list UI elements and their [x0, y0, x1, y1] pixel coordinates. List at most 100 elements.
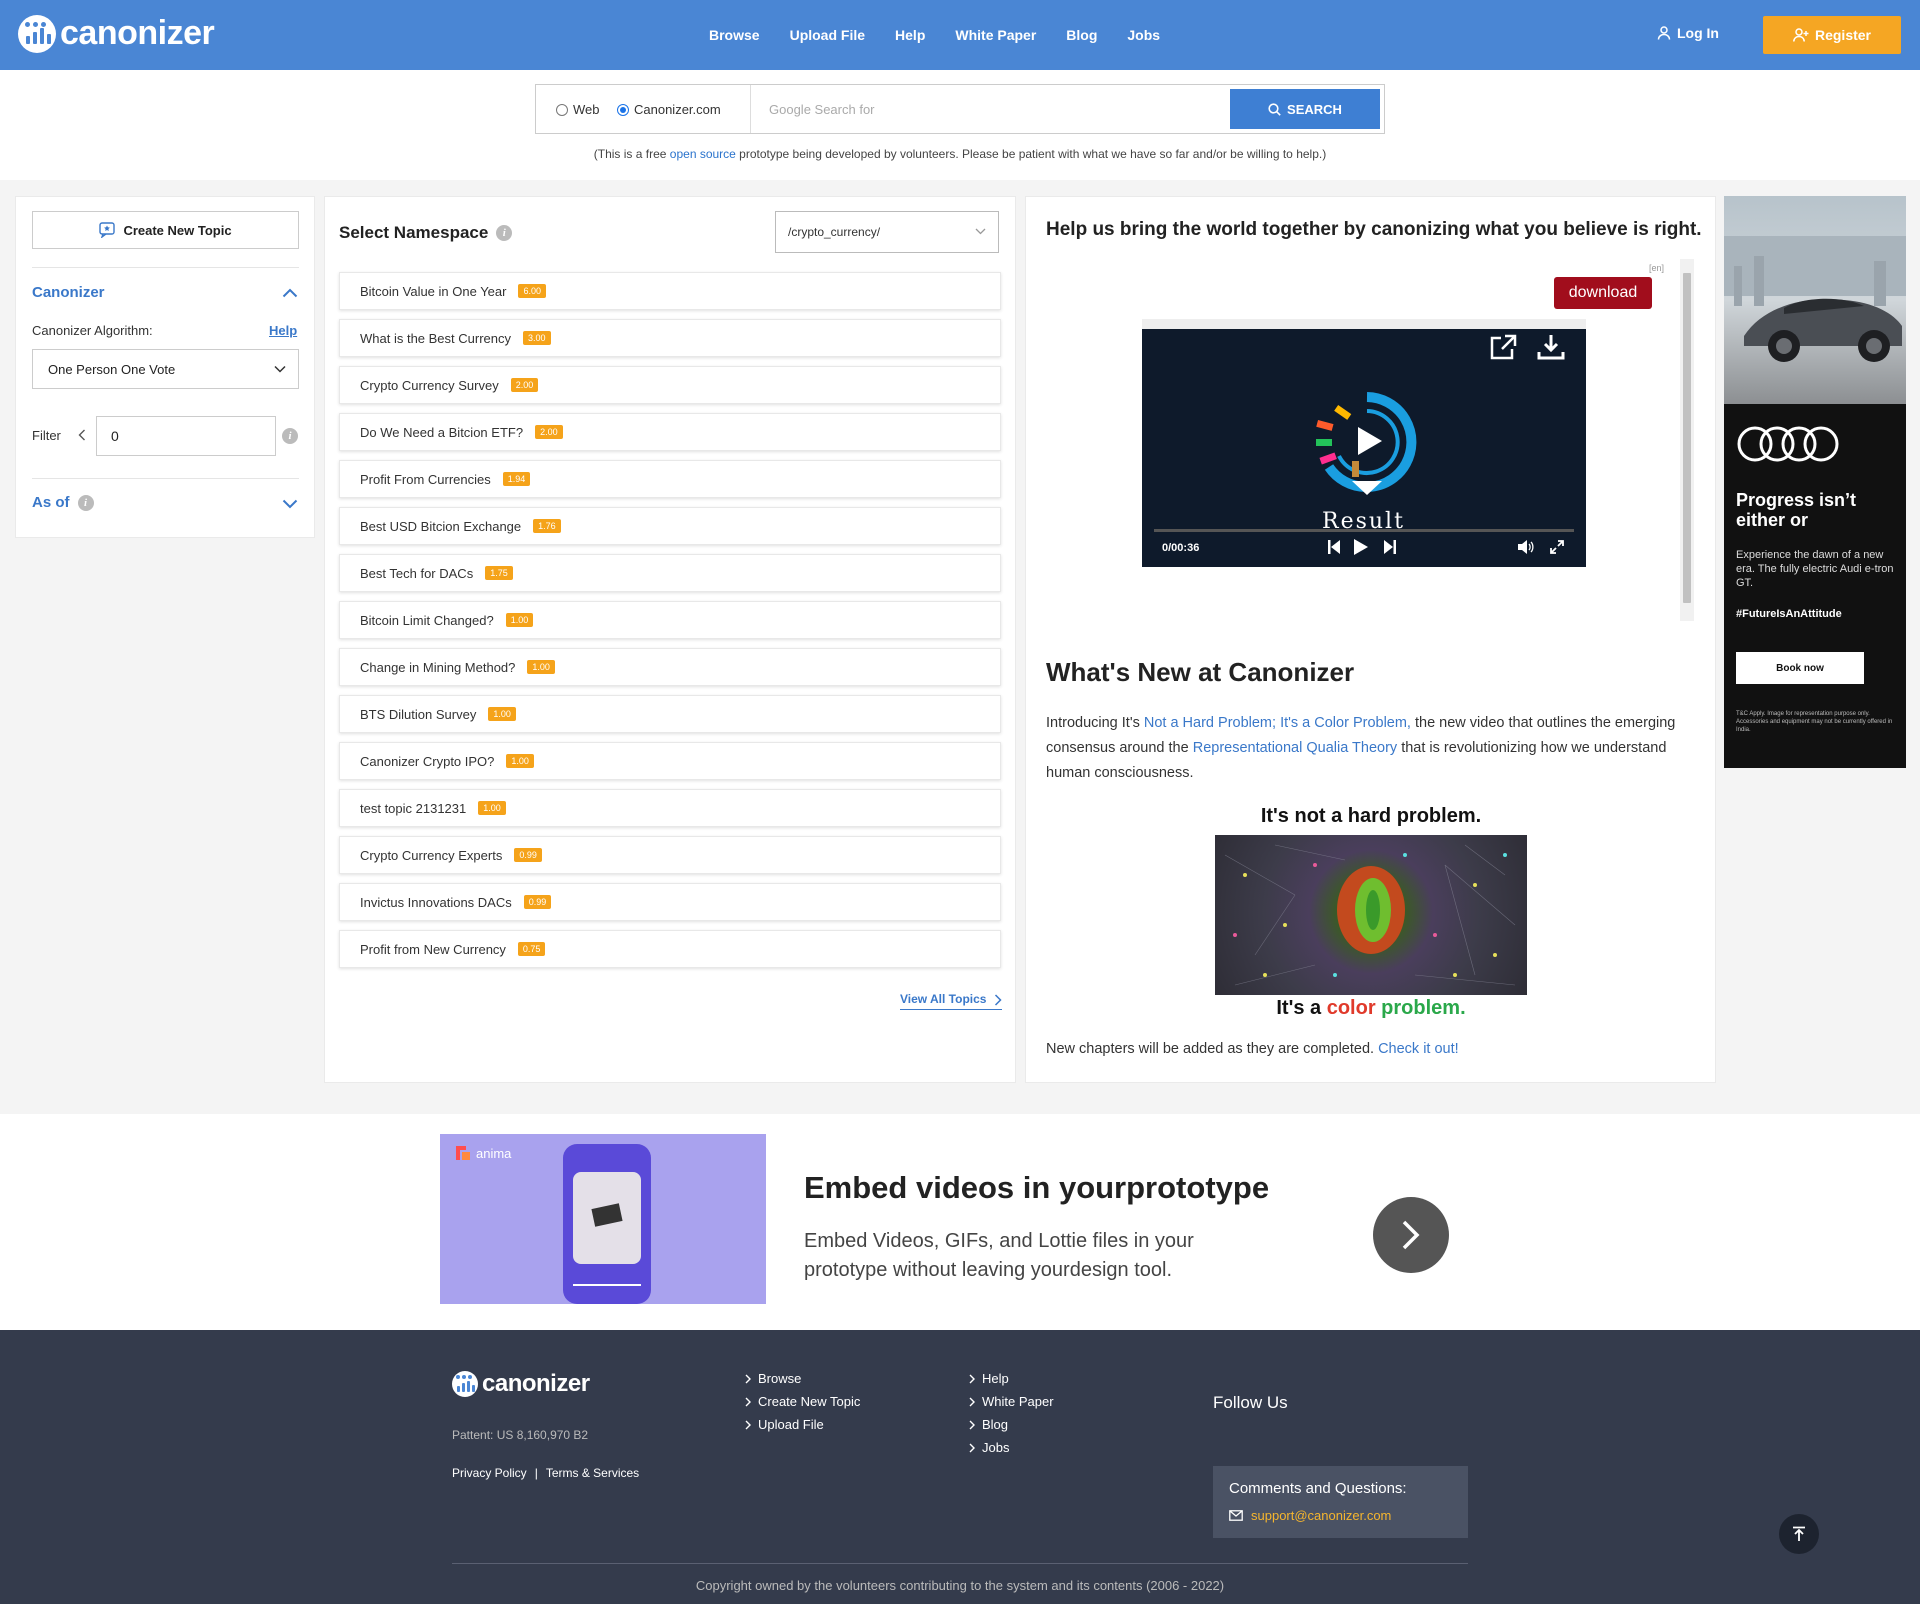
audi-side-ad[interactable]: Progress isn’t either or Experience the … — [1724, 196, 1906, 768]
nav-white-paper[interactable]: White Paper — [955, 27, 1036, 43]
chevron-up-icon[interactable] — [282, 288, 298, 298]
filter-info-icon[interactable]: i — [282, 428, 298, 444]
algorithm-select[interactable]: One Person One Vote — [32, 349, 299, 389]
footer-link-white-paper[interactable]: White Paper — [969, 1394, 1054, 1409]
footer-link-browse[interactable]: Browse — [745, 1371, 801, 1386]
scroll-to-top-button[interactable] — [1779, 1514, 1819, 1554]
chevron-right-icon — [1402, 1220, 1420, 1250]
footer-link-upload-file[interactable]: Upload File — [745, 1417, 824, 1432]
nav-browse[interactable]: Browse — [709, 27, 760, 43]
banner-title[interactable]: Embed videos in yourprototype — [804, 1170, 1269, 1206]
algorithm-value: One Person One Vote — [48, 361, 176, 377]
login-link[interactable]: Log In — [1657, 25, 1719, 41]
color-problem-poster[interactable]: It's not a hard problem. It's a color pr… — [1215, 805, 1527, 1021]
volume-icon[interactable] — [1518, 540, 1534, 554]
topic-row[interactable]: Crypto Currency Experts 0.99 — [339, 836, 1001, 874]
fullscreen-icon[interactable] — [1550, 540, 1564, 554]
check-it-out-link[interactable]: Check it out! — [1378, 1041, 1459, 1057]
topic-row[interactable]: Canonizer Crypto IPO? 1.00 — [339, 742, 1001, 780]
namespace-select[interactable]: /crypto_currency/ — [775, 211, 999, 253]
topic-row[interactable]: Bitcoin Limit Changed? 1.00 — [339, 601, 1001, 639]
footer-link-blog[interactable]: Blog — [969, 1417, 1008, 1432]
download-icon[interactable] — [1536, 333, 1566, 361]
topic-row[interactable]: Crypto Currency Survey 2.00 — [339, 366, 1001, 404]
canonizer-logo[interactable]: canonizer — [18, 14, 215, 53]
privacy-policy-link[interactable]: Privacy Policy — [452, 1466, 527, 1480]
previous-icon[interactable] — [1328, 540, 1340, 554]
namespace-value: /crypto_currency/ — [788, 225, 881, 239]
topic-row[interactable]: Profit from New Currency 0.75 — [339, 930, 1001, 968]
footer-logo[interactable]: canonizer — [452, 1370, 590, 1398]
radio-canonizer-circle[interactable] — [617, 103, 629, 116]
topic-score-badge: 2.00 — [535, 425, 563, 439]
nav-jobs[interactable]: Jobs — [1127, 27, 1160, 43]
topic-row[interactable]: test topic 2131231 1.00 — [339, 789, 1001, 827]
ad-language-tag: [en] — [1649, 263, 1665, 273]
as-of-info-icon[interactable]: i — [77, 494, 94, 511]
play-icon[interactable] — [1354, 539, 1368, 555]
topic-row[interactable]: Invictus Innovations DACs 0.99 — [339, 883, 1001, 921]
radio-web-circle[interactable] — [556, 103, 568, 116]
search-input[interactable] — [750, 85, 1230, 133]
topic-row[interactable]: What is the Best Currency 3.00 — [339, 319, 1001, 357]
as-of-section-title[interactable]: As of i — [32, 494, 94, 511]
algorithm-label: Canonizer Algorithm: — [32, 323, 153, 338]
namespace-info-icon[interactable]: i — [496, 225, 513, 241]
ad-fineprint: T&C Apply. Image for representation purp… — [1736, 711, 1893, 733]
topic-row[interactable]: Change in Mining Method? 1.00 — [339, 648, 1001, 686]
banner-ad-section: anima Embed videos in yourprototype Embe… — [0, 1114, 1920, 1330]
footer-link-jobs[interactable]: Jobs — [969, 1440, 1009, 1455]
chevron-left-icon[interactable] — [78, 429, 86, 441]
topic-row[interactable]: Best USD Bitcion Exchange 1.76 — [339, 507, 1001, 545]
ad-book-now-button[interactable]: Book now — [1736, 652, 1864, 684]
register-button[interactable]: Register — [1763, 16, 1901, 54]
video-progress-track[interactable] — [1154, 529, 1574, 532]
topic-row[interactable]: Best Tech for DACs 1.75 — [339, 554, 1001, 592]
qualia-theory-link[interactable]: Representational Qualia Theory — [1193, 740, 1397, 756]
chevron-down-icon[interactable] — [282, 499, 298, 509]
topic-score-badge: 1.94 — [502, 472, 531, 486]
contact-email-row[interactable]: support@canonizer.com — [1229, 1508, 1391, 1523]
radio-canonizer[interactable]: Canonizer.com — [617, 102, 721, 117]
search-button[interactable]: SEARCH — [1230, 89, 1380, 129]
nav-blog[interactable]: Blog — [1066, 27, 1097, 43]
canonizer-section-title[interactable]: Canonizer — [32, 284, 105, 301]
mail-icon — [1229, 1510, 1243, 1521]
topic-row[interactable]: Do We Need a Bitcion ETF? 2.00 — [339, 413, 1001, 451]
nav-upload-file[interactable]: Upload File — [790, 27, 865, 43]
topic-score-badge: 1.00 — [488, 707, 516, 721]
radio-web[interactable]: Web — [556, 102, 600, 117]
search-button-label: SEARCH — [1287, 101, 1342, 117]
topic-row[interactable]: Bitcoin Value in One Year 6.00 — [339, 272, 1001, 310]
search-icon — [1268, 102, 1281, 116]
footer-link-label: Jobs — [982, 1440, 1010, 1455]
filter-label: Filter — [32, 428, 61, 443]
chevron-right-icon — [745, 1397, 751, 1406]
banner-next-button[interactable] — [1373, 1197, 1449, 1273]
hard-problem-link[interactable]: Not a Hard Problem; It's a Color Problem… — [1144, 715, 1411, 731]
nav-help[interactable]: Help — [895, 27, 925, 43]
view-all-topics-link[interactable]: View All Topics — [900, 992, 1002, 1010]
create-new-topic-button[interactable]: Create New Topic — [32, 211, 299, 249]
filter-input[interactable]: 0 — [96, 416, 276, 456]
support-email-link[interactable]: support@canonizer.com — [1251, 1508, 1391, 1523]
video-player[interactable]: Result 0/00:36 — [1142, 329, 1586, 567]
poster-word-problem: problem. — [1381, 997, 1466, 1019]
algorithm-help-link[interactable]: Help — [269, 323, 297, 338]
terms-link[interactable]: Terms & Services — [546, 1466, 639, 1480]
login-label: Log In — [1677, 25, 1719, 41]
next-icon[interactable] — [1384, 540, 1396, 554]
external-link-icon[interactable] — [1488, 333, 1518, 361]
poster-graphic — [1224, 844, 1516, 986]
open-source-link[interactable]: open source — [670, 147, 736, 161]
topic-row[interactable]: Profit From Currencies 1.94 — [339, 460, 1001, 498]
download-button[interactable]: download — [1554, 277, 1652, 309]
ad-scrollbar[interactable] — [1680, 259, 1694, 621]
anima-ad-image[interactable]: anima — [440, 1134, 766, 1304]
topic-row[interactable]: BTS Dilution Survey 1.00 — [339, 695, 1001, 733]
topics-card: Select Namespace i /crypto_currency/ Bit… — [324, 196, 1016, 1083]
footer-link-create-new-topic[interactable]: Create New Topic — [745, 1394, 860, 1409]
footer-link-help[interactable]: Help — [969, 1371, 1009, 1386]
scrollbar-thumb[interactable] — [1683, 273, 1691, 603]
topic-score-badge: 1.75 — [485, 566, 513, 580]
